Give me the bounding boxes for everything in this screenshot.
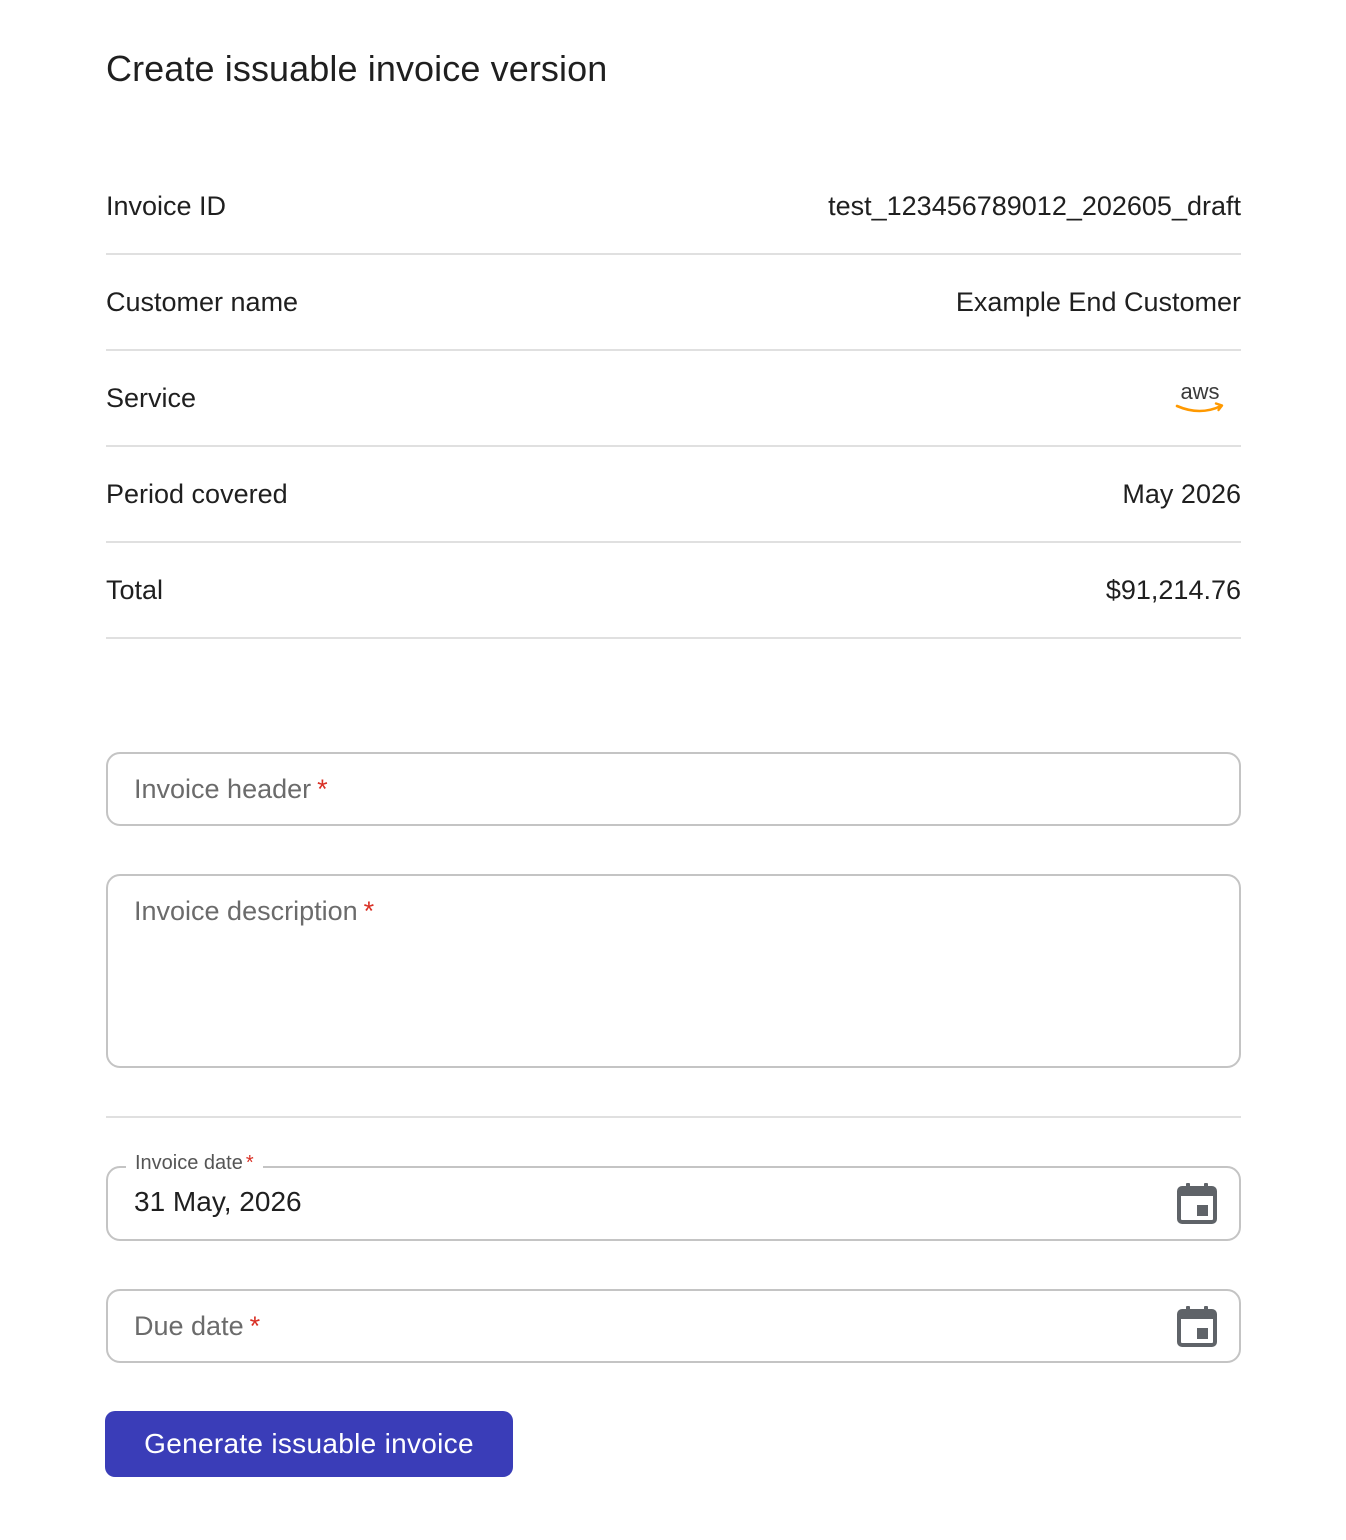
summary-label: Period covered (106, 478, 288, 509)
summary-value: test_123456789012_202605_draft (828, 190, 1241, 221)
required-mark: * (317, 774, 328, 804)
summary-label: Invoice ID (106, 190, 227, 221)
invoice-date-label: Invoice date * (126, 1152, 263, 1175)
summary-value: May 2026 (1122, 478, 1241, 509)
page-title: Create issuable invoice version (106, 48, 608, 89)
invoice-date-value: 31 May, 2026 (134, 1186, 302, 1217)
summary-label: Total (106, 574, 164, 605)
due-date-placeholder: Due date * (134, 1311, 261, 1341)
invoice-date-field[interactable]: Invoice date * 31 May, 2026 (106, 1152, 1241, 1241)
form-divider (106, 1116, 1241, 1118)
aws-logo-text: aws (1180, 379, 1219, 404)
calendar-icon[interactable] (1177, 1182, 1217, 1224)
required-mark: * (363, 896, 375, 926)
generate-issuable-invoice-button[interactable]: Generate issuable invoice (105, 1411, 513, 1477)
summary-row-period-covered: Period covered May 2026 (106, 447, 1241, 543)
summary-value: $91,214.76 (1105, 574, 1241, 605)
invoice-description-textarea[interactable]: Invoice description * (106, 874, 1241, 1068)
summary-row-service: Service aws (106, 351, 1241, 447)
summary-label: Service (106, 382, 197, 413)
calendar-icon[interactable] (1177, 1305, 1217, 1347)
due-date-field[interactable]: Due date * (106, 1289, 1241, 1363)
summary-label: Customer name (106, 286, 299, 317)
invoice-header-input[interactable]: Invoice header * (106, 752, 1241, 826)
summary-row-customer-name: Customer name Example End Customer (106, 255, 1241, 351)
summary-value: Example End Customer (955, 286, 1241, 317)
invoice-summary: Invoice ID test_123456789012_202605_draf… (106, 159, 1241, 639)
summary-row-invoice-id: Invoice ID test_123456789012_202605_draf… (106, 159, 1241, 255)
aws-logo: aws (1175, 379, 1224, 413)
summary-row-total: Total $91,214.76 (106, 543, 1241, 639)
invoice-header-placeholder: Invoice header * (134, 774, 328, 804)
required-mark: * (245, 1152, 254, 1174)
invoice-description-placeholder: Invoice description * (134, 896, 375, 926)
required-mark: * (249, 1311, 261, 1341)
